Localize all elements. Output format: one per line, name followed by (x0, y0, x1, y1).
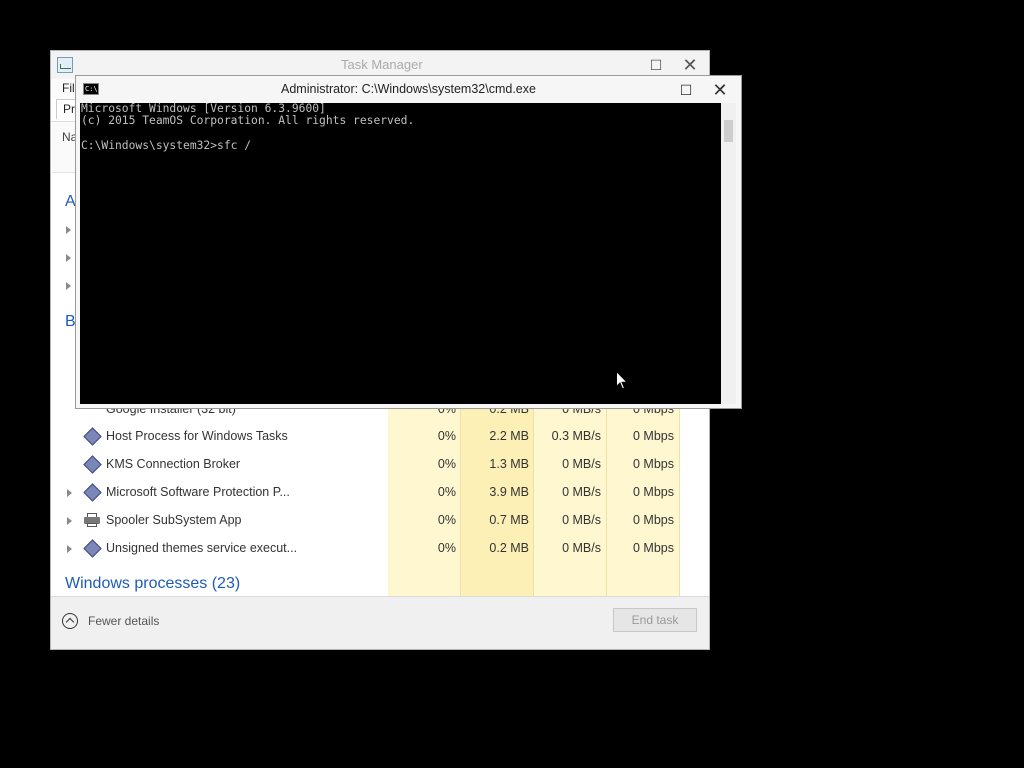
process-network: 0 Mbps (633, 485, 674, 499)
table-row[interactable]: Unsigned themes service execut... 0% 0.2… (51, 535, 709, 563)
cmd-window[interactable]: C:\ Administrator: C:\Windows\system32\c… (75, 75, 742, 409)
process-network: 0 Mbps (633, 513, 674, 527)
process-name: Unsigned themes service execut... (106, 541, 298, 555)
diamond-icon (83, 539, 102, 558)
process-name: Host Process for Windows Tasks (106, 429, 288, 443)
table-row[interactable]: KMS Connection Broker 0% 1.3 MB 0 MB/s 0… (51, 451, 709, 479)
process-cpu: 0% (437, 457, 456, 471)
chevron-up-icon[interactable] (62, 613, 78, 629)
fewer-details-link[interactable]: Fewer details (88, 614, 159, 628)
diamond-icon (83, 483, 102, 502)
cmd-title: Administrator: C:\Windows\system32\cmd.e… (281, 82, 536, 96)
maximize-icon[interactable]: ☐ (669, 76, 703, 104)
process-memory: 0.2 MB (489, 541, 529, 555)
diamond-icon (83, 455, 102, 474)
process-cpu: 0% (437, 485, 456, 499)
task-manager-footer: Fewer details End task (51, 596, 709, 649)
process-name: KMS Connection Broker (106, 457, 241, 471)
console-prompt-line: C:\Windows\system32>sfc / (81, 138, 252, 152)
process-network: 0 Mbps (633, 429, 674, 443)
table-row[interactable]: Microsoft Software Protection P... 0% 3.… (51, 479, 709, 507)
process-memory: 3.9 MB (489, 485, 529, 499)
windows-processes-heading: Windows processes (23) (65, 575, 241, 592)
process-network: 0 Mbps (633, 541, 674, 555)
vertical-scrollbar[interactable] (721, 103, 736, 404)
table-row[interactable]: Spooler SubSystem App 0% 0.7 MB 0 MB/s 0… (51, 507, 709, 535)
process-memory: 1.3 MB (489, 457, 529, 471)
process-network: 0 Mbps (633, 457, 674, 471)
console-output[interactable]: Microsoft Windows [Version 6.3.9600] (c)… (80, 103, 721, 404)
end-task-button[interactable]: End task (613, 608, 697, 632)
console-line: (c) 2015 TeamOS Corporation. All rights … (81, 114, 415, 128)
process-memory: 0.7 MB (489, 513, 529, 527)
task-manager-icon (57, 57, 73, 73)
table-row[interactable]: Host Process for Windows Tasks 0% 2.2 MB… (51, 423, 709, 451)
process-name: Microsoft Software Protection P... (106, 485, 290, 499)
process-cpu: 0% (437, 541, 456, 555)
close-icon[interactable]: ✕ (703, 76, 737, 104)
diamond-icon (83, 427, 102, 446)
scrollbar-thumb[interactable] (724, 120, 733, 142)
expand-icon[interactable] (66, 254, 71, 262)
process-cpu: 0% (437, 513, 456, 527)
process-memory: 2.2 MB (489, 429, 529, 443)
task-manager-title: Task Manager (341, 57, 423, 72)
process-disk: 0.3 MB/s (551, 429, 601, 443)
process-disk: 0 MB/s (562, 513, 601, 527)
process-disk: 0 MB/s (562, 485, 601, 499)
expand-icon[interactable] (66, 226, 71, 234)
process-disk: 0 MB/s (562, 541, 601, 555)
expand-icon[interactable] (67, 545, 72, 553)
process-name: Spooler SubSystem App (106, 513, 242, 527)
printer-icon (84, 513, 100, 527)
expand-icon[interactable] (67, 517, 72, 525)
expand-icon[interactable] (67, 489, 72, 497)
process-disk: 0 MB/s (562, 457, 601, 471)
cmd-titlebar[interactable]: C:\ Administrator: C:\Windows\system32\c… (76, 76, 741, 104)
expand-icon[interactable] (66, 282, 71, 290)
process-cpu: 0% (437, 429, 456, 443)
